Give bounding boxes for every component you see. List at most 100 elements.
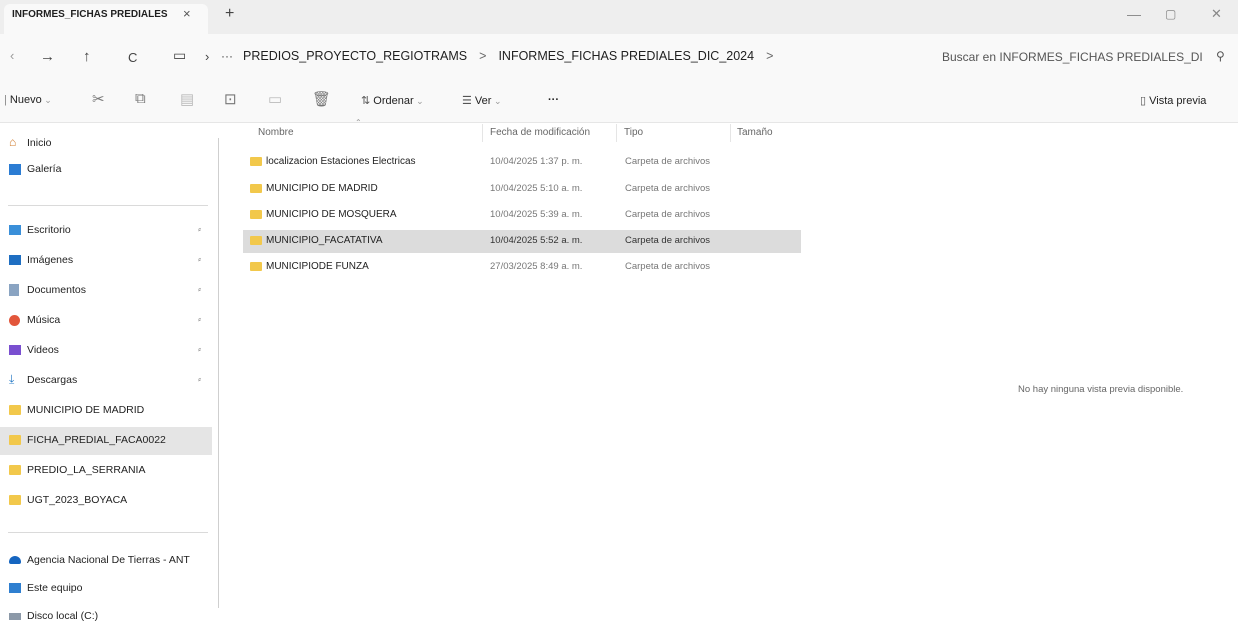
videos-icon (9, 345, 21, 355)
more-options-button[interactable]: ··· (548, 94, 559, 106)
sidebar-item-agencia[interactable]: Agencia Nacional De Tierras - ANT (0, 549, 212, 575)
file-row[interactable]: MUNICIPIO DE MADRID 10/04/2025 5:10 a. m… (243, 178, 801, 200)
sidebar-item-musica[interactable]: Música ⸗ (0, 309, 212, 335)
new-label: Nuevo (9, 94, 42, 106)
drive-icon (9, 613, 21, 620)
sidebar-item-documentos[interactable]: Documentos ⸗ (0, 279, 212, 305)
sidebar-item-imagenes[interactable]: Imágenes ⸗ (0, 249, 212, 275)
sidebar-item-label: Galería (27, 163, 62, 175)
pin-icon: ⸗ (198, 284, 201, 294)
preview-pane-button[interactable]: ▯ Vista previa (1140, 94, 1206, 107)
file-type: Carpeta de archivos (625, 209, 711, 220)
sidebar-item-predio-la-serrania[interactable]: PREDIO_LA_SERRANIA (0, 459, 212, 485)
close-window-button[interactable]: ✕ (1211, 6, 1222, 22)
column-divider[interactable] (482, 124, 483, 142)
chevron-right-icon[interactable]: › (205, 49, 209, 64)
gallery-icon (9, 164, 21, 175)
preview-message: No hay ninguna vista previa disponible. (1018, 384, 1184, 395)
file-type: Carpeta de archivos (625, 261, 711, 272)
pane-divider[interactable] (218, 138, 219, 608)
column-divider[interactable] (730, 124, 731, 142)
file-name: MUNICIPIO DE MADRID (266, 183, 378, 194)
breadcrumb-separator: > (479, 49, 487, 63)
more-locations-icon[interactable]: ··· (221, 49, 233, 63)
forward-button[interactable]: → (40, 48, 55, 65)
column-header-name[interactable]: Nombre (258, 127, 294, 138)
up-button[interactable]: ↑ (83, 48, 91, 65)
sort-button[interactable]: ⇅ Ordenar ⌄ (361, 94, 424, 107)
column-divider[interactable] (616, 124, 617, 142)
sidebar-item-label: Videos (27, 344, 59, 356)
folder-icon (250, 262, 262, 271)
computer-icon (9, 583, 21, 593)
view-button[interactable]: ☰ Ver ⌄ (462, 94, 501, 107)
folder-icon (250, 210, 262, 219)
rename-icon[interactable]: ⊡ (224, 90, 237, 108)
tab-close-icon[interactable]: × (183, 6, 191, 21)
folder-icon (9, 495, 21, 505)
minimize-button[interactable]: — (1127, 6, 1141, 22)
pin-icon: ⸗ (198, 374, 201, 384)
file-type: Carpeta de archivos (625, 156, 711, 167)
sidebar-item-label: Documentos (27, 284, 86, 296)
sidebar-item-label: Disco local (C:) (27, 610, 99, 622)
sidebar-item-inicio[interactable]: ⌂ Inicio (0, 132, 212, 158)
paste-icon[interactable]: ▤ (180, 90, 194, 108)
refresh-button[interactable]: C (128, 50, 137, 65)
folder-icon (250, 157, 262, 166)
pin-icon: ⸗ (198, 254, 201, 264)
maximize-button[interactable]: ▢ (1165, 7, 1176, 21)
share-icon[interactable]: ▭ (268, 90, 282, 108)
file-date: 10/04/2025 5:39 a. m. (490, 209, 583, 220)
pin-icon: ⸗ (198, 224, 201, 234)
search-icon[interactable]: ⚲ (1216, 49, 1225, 63)
file-name: localizacion Estaciones Electricas (266, 156, 416, 167)
sidebar-item-este-equipo[interactable]: Este equipo (0, 577, 212, 603)
cut-icon[interactable]: ✂ (92, 90, 105, 108)
sidebar-separator (8, 532, 208, 533)
breadcrumb-item-informes[interactable]: INFORMES_FICHAS PREDIALES_DIC_2024 (498, 49, 754, 63)
file-date: 10/04/2025 5:10 a. m. (490, 183, 583, 194)
sidebar-separator (8, 205, 208, 206)
new-tab-button[interactable]: + (225, 5, 234, 23)
downloads-icon: ⤓ (9, 372, 15, 386)
new-button[interactable]: | Nuevo ⌄ (4, 94, 52, 106)
file-row[interactable]: MUNICIPIO DE MOSQUERA 10/04/2025 5:39 a.… (243, 204, 801, 226)
sort-indicator-icon: ⌃ (355, 118, 362, 127)
file-row-selected[interactable]: MUNICIPIO_FACATATIVA 10/04/2025 5:52 a. … (243, 230, 801, 253)
sidebar-item-videos[interactable]: Videos ⸗ (0, 339, 212, 365)
pictures-icon (9, 255, 21, 265)
sidebar-item-label: Este equipo (27, 582, 83, 594)
location-icon[interactable]: ▭ (173, 47, 186, 64)
sidebar-item-label: MUNICIPIO DE MADRID (27, 404, 145, 416)
sidebar-item-descargas[interactable]: ⤓ Descargas ⸗ (0, 369, 212, 395)
file-row[interactable]: MUNICIPIODE FUNZA 27/03/2025 8:49 a. m. … (243, 256, 801, 278)
sidebar-item-label: Inicio (27, 137, 52, 149)
folder-icon (9, 465, 21, 475)
sidebar-item-label: Escritorio (27, 224, 71, 236)
copy-icon[interactable]: ⧉ (135, 90, 146, 107)
home-icon: ⌂ (9, 135, 17, 149)
sidebar-item-ficha-predial[interactable]: FICHA_PREDIAL_FACA0022 (0, 427, 212, 455)
sidebar-item-ugt-2023-boyaca[interactable]: UGT_2023_BOYACA (0, 489, 212, 515)
breadcrumb-item-predios[interactable]: PREDIOS_PROYECTO_REGIOTRAMS (243, 49, 467, 63)
sidebar-item-municipio-de-madrid[interactable]: MUNICIPIO DE MADRID (0, 399, 212, 425)
sidebar-item-label: Descargas (27, 374, 78, 386)
delete-icon[interactable]: 🗑 (312, 90, 331, 108)
desktop-icon (9, 225, 21, 235)
folder-icon (9, 435, 21, 445)
sidebar-item-escritorio[interactable]: Escritorio ⸗ (0, 219, 212, 245)
file-date: 10/04/2025 5:52 a. m. (490, 235, 583, 246)
sidebar-item-label: Imágenes (27, 254, 74, 266)
sidebar-item-galeria[interactable]: Galería (0, 158, 212, 184)
breadcrumb-separator[interactable]: > (766, 49, 773, 63)
column-header-size[interactable]: Tamaño (737, 127, 773, 138)
sidebar-item-disco-local[interactable]: Disco local (C:) (0, 605, 212, 624)
column-header-type[interactable]: Tipo (624, 127, 643, 138)
breadcrumb: PREDIOS_PROYECTO_REGIOTRAMS > INFORMES_FIC… (243, 49, 785, 63)
file-row[interactable]: localizacion Estaciones Electricas 10/04… (243, 151, 801, 173)
tab-title[interactable]: INFORMES_FICHAS PREDIALES (12, 9, 172, 20)
cloud-icon (9, 556, 21, 564)
search-input[interactable]: Buscar en INFORMES_FICHAS PREDIALES_DI (942, 50, 1203, 64)
column-header-date[interactable]: Fecha de modificación (490, 127, 590, 138)
